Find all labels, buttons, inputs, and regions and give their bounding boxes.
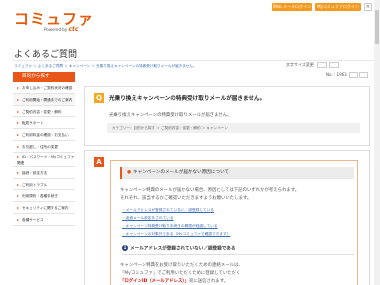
bullet-icon: ● — [127, 170, 132, 175]
answer-subheading-text: メールアドレスが登録されていない／誤登録である — [130, 246, 236, 252]
sidebar: 目的から探す ▸ お申し込み・ご契約状況の確認 ▸ ご利用開始・開通までのご案内 ▸… — [13, 72, 75, 226]
answer-link[interactable]: ・迷惑メール設定をされている — [122, 216, 174, 221]
answer-paragraph: キャンペーン特典のメールが届かない場合、原因としては下記のいずれかが考えられます… — [120, 188, 300, 193]
sidebar-item-id-password[interactable]: ▸ ID・パスワード・Myコミュファ関連 — [13, 153, 75, 167]
sidebar-item-security[interactable]: ▸ セキュリティに関するご案内 — [13, 202, 75, 214]
mycommufa-login-button[interactable]: Myコミュファログイン — [315, 3, 361, 11]
sidebar-item-move-support[interactable]: ▸ 転居サポート — [13, 117, 75, 130]
answer-box: A ● キャンペーンのメールが届かない原因について キャンペーン特典のメールが届か… — [84, 150, 370, 285]
sidebar-item-start[interactable]: ▸ ご利用開始・開通までのご案内 — [13, 93, 75, 106]
sidebar-item-label: 接続・設定方法 — [22, 170, 48, 175]
sidebar-item-label: ご利用開始・開通までのご案内 — [22, 97, 73, 102]
answer-heading: ● キャンペーンのメールが届かない原因について — [120, 167, 354, 179]
answer-link[interactable]: ・キャンペーンの対象外である（Myコミュファで確認できます） — [122, 232, 230, 237]
answer-paragraph: 「ログインID（メールアドレス）」宛に送信されます。 — [120, 278, 228, 284]
sidebar-item-trouble[interactable]: ▸ ご利用トラブル — [13, 179, 75, 191]
category-path[interactable]: カテゴリー：目的から探す ＞ ご契約内容・変更・解約 ＞ キャンペーン — [107, 123, 360, 133]
sidebar-item-label: お引越し・住所の変更 — [22, 144, 58, 149]
share-button[interactable] — [359, 72, 368, 78]
sidebar-item-address[interactable]: ▸ お引越し・住所の変更 — [13, 141, 75, 153]
answer-link[interactable]: ・キャンペーン特典受け取り手続きの期限が経過している — [122, 224, 218, 229]
login-id-emphasis: 「ログインID（メールアドレス）」 — [120, 279, 189, 284]
sidebar-item-label: 転居サポート — [22, 121, 44, 126]
sidebar-item-contract[interactable]: ▸ ご契約内容・変更・解約 — [13, 106, 75, 118]
question-badge: Q — [94, 93, 104, 103]
sidebar-title: 目的から探す — [13, 72, 75, 82]
sidebar-item-label: ご利用トラブル — [22, 182, 48, 187]
breadcrumb[interactable]: コミュファ ＞ よくあるご質問 ＞ キャンペーン ＞ 光乗り換えキャンペーンの特… — [14, 64, 196, 69]
font-large-button[interactable] — [329, 62, 340, 68]
sidebar-item-services[interactable]: ▸ 各種サービス — [13, 214, 75, 226]
answer-paragraph: それぞれ、該当するかご確認いただきますようお願いいたします。 — [120, 196, 252, 201]
page-title: よくあるご質問 — [14, 50, 78, 60]
print-button[interactable] — [349, 72, 358, 78]
answer-badge: A — [94, 157, 104, 167]
answer-link[interactable]: ・メールアドレスが登録されていない／誤登録している — [122, 208, 214, 213]
question-box: Q 光乗り換えキャンペーンの特典受け取りメールが届きません。 光乗り換えキャンペ… — [84, 86, 370, 146]
faq-number-row: No. : 1963 — [326, 72, 368, 78]
sidebar-item-label: セキュリティに関するご案内 — [22, 206, 69, 211]
font-size-label: 文字サイズ変更 — [286, 62, 314, 67]
sidebar-item-label: お申し込み・ご契約状況の確認 — [22, 86, 73, 90]
answer-paragraph: キャンペーン特典をお受け取りいただくための連絡メールは、 — [120, 263, 243, 268]
sidebar-item-label: ID・パスワード・Myコミュファ関連 — [17, 154, 75, 165]
scrollbar-thumb[interactable] — [375, 10, 379, 44]
close-icon[interactable]: × — [364, 3, 372, 11]
font-small-button[interactable] — [317, 62, 328, 68]
site-header: コミュファ Powered by ctc Web メールログイン Myコミュファ… — [0, 0, 380, 36]
logo-tagline: Powered by ctc — [44, 26, 78, 33]
answer-subheading: 1 メールアドレスが登録されていない／誤登録である — [122, 245, 354, 255]
answer-heading-text: キャンペーンのメールが届かない原因について — [133, 170, 230, 175]
vertical-scrollbar[interactable] — [374, 0, 380, 285]
sidebar-item-billing[interactable]: ▸ ご利用料金の確認・お支払い — [13, 129, 75, 141]
webmail-login-button[interactable]: Web メールログイン — [272, 3, 312, 11]
faq-number: No. : 1963 — [326, 72, 347, 77]
faq-main: No. : 1963 Q 光乗り換えキャンペーンの特典受け取りメールが届きません… — [84, 72, 370, 285]
sidebar-item-label: 各種サービス — [22, 217, 44, 222]
number-badge: 1 — [122, 245, 128, 251]
sidebar-item-label: ご契約内容・変更・解約 — [22, 109, 62, 114]
sidebar-item-label: ご利用料金の確認・お支払い — [22, 133, 69, 138]
sidebar-item-terms[interactable]: ▸ 利用規約・各種手続き — [13, 190, 75, 203]
answer-paragraph: 「Myコミュファ」でご利用いただくために登録していただく — [120, 271, 241, 276]
sidebar-item-connection[interactable]: ▸ 接続・設定方法 — [13, 167, 75, 179]
title-divider — [12, 60, 374, 61]
question-title: 光乗り換えキャンペーンの特典受け取りメールが届きません。 — [109, 96, 266, 102]
logo-tagline-text: Powered by — [44, 27, 68, 32]
sidebar-item-application[interactable]: ▸ お申し込み・ご契約状況の確認 — [13, 82, 75, 94]
logo-brand: ctc — [68, 26, 79, 33]
sidebar-item-label: 利用規約・各種手続き — [22, 194, 58, 199]
answer-content: ● キャンペーンのメールが届かない原因について キャンペーン特典のメールが届かない… — [110, 160, 358, 285]
question-text: 光乗り換えキャンペーンの特典受け取りメールが届きません。 — [109, 113, 232, 118]
answer-paragraph-rest: 宛に送信されます。 — [188, 279, 229, 284]
font-size-tools: 文字サイズ変更 — [286, 62, 340, 68]
